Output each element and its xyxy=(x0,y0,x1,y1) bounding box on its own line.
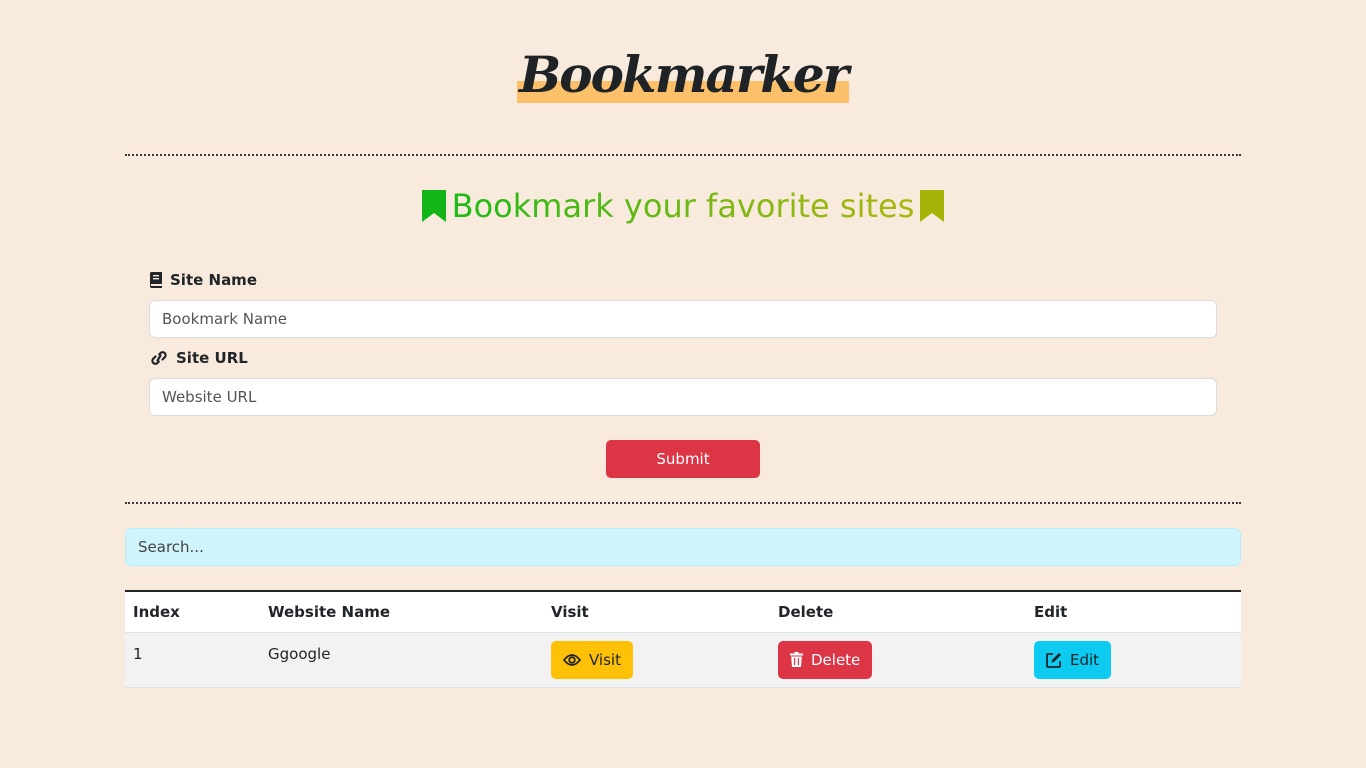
site-url-label: Site URL xyxy=(149,349,248,367)
header-edit: Edit xyxy=(1026,591,1241,633)
divider-bottom xyxy=(125,502,1241,504)
header-website-name: Website Name xyxy=(260,591,543,633)
site-name-label-text: Site Name xyxy=(170,271,257,289)
submit-button[interactable]: Submit xyxy=(606,440,760,478)
delete-button[interactable]: Delete xyxy=(778,640,873,679)
eye-icon xyxy=(563,653,581,666)
table-header-row: Index Website Name Visit Delete Edit xyxy=(125,591,1241,633)
table-row: 1 Ggoogle Visit Delete Edit xyxy=(125,632,1241,688)
bookmark-icon xyxy=(421,190,446,222)
edit-button-label: Edit xyxy=(1070,650,1100,669)
edit-icon xyxy=(1046,652,1061,668)
divider-top xyxy=(125,154,1241,156)
link-icon xyxy=(151,351,167,365)
site-url-input[interactable] xyxy=(149,378,1217,416)
header-visit: Visit xyxy=(543,591,770,633)
header-index: Index xyxy=(125,591,260,633)
tagline: Bookmark your favorite sites xyxy=(0,184,1366,226)
header: Bookmarker xyxy=(0,44,1366,106)
delete-button-label: Delete xyxy=(811,650,861,669)
site-url-label-text: Site URL xyxy=(176,349,248,367)
row-website-name: Ggoogle xyxy=(260,632,543,688)
app-logo: Bookmarker xyxy=(516,44,849,106)
bookmark-icon xyxy=(920,190,945,222)
book-icon xyxy=(150,272,162,288)
tagline-text: Bookmark your favorite sites xyxy=(451,187,915,225)
edit-button[interactable]: Edit xyxy=(1034,640,1112,679)
row-index: 1 xyxy=(125,632,260,688)
site-name-label: Site Name xyxy=(149,271,257,289)
trash-icon xyxy=(790,652,803,667)
visit-button-label: Visit xyxy=(589,650,621,669)
visit-button[interactable]: Visit xyxy=(551,640,633,679)
search-input[interactable] xyxy=(125,528,1241,566)
site-name-input[interactable] xyxy=(149,300,1217,338)
header-delete: Delete xyxy=(770,591,1026,633)
bookmarks-table: Index Website Name Visit Delete Edit 1 G… xyxy=(125,590,1241,688)
